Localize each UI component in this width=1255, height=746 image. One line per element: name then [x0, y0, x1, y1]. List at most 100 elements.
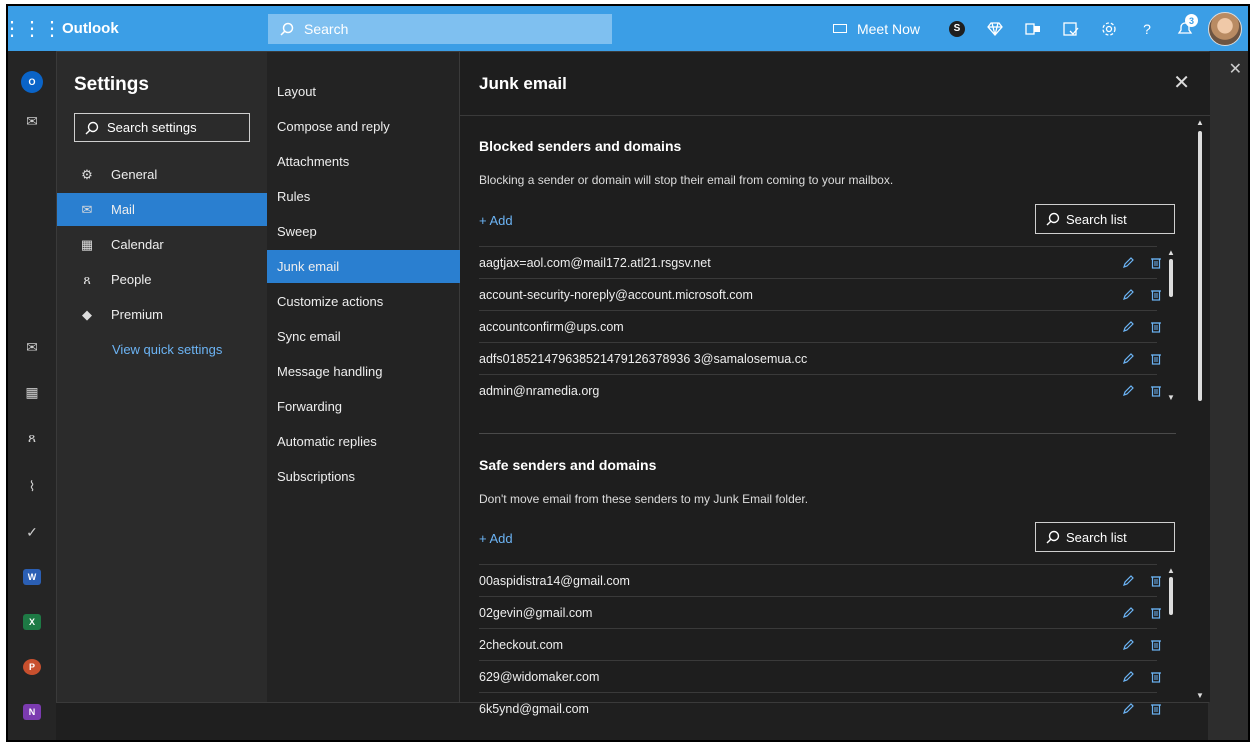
sender-address: 6k5ynd@gmail.com — [479, 701, 589, 716]
search-icon — [1046, 212, 1060, 226]
list-item: 2checkout.com — [479, 628, 1161, 660]
help-icon[interactable]: ? — [1132, 6, 1162, 51]
list-item: 00aspidistra14@gmail.com — [479, 564, 1161, 596]
row-actions — [1121, 288, 1163, 302]
safe-list-scrollbar[interactable]: ▲ — [1167, 566, 1175, 617]
people-icon[interactable]: ጸ — [8, 422, 56, 452]
mail-nav-icon[interactable]: ✉ — [8, 332, 56, 362]
people-icon: ጸ — [83, 271, 91, 287]
search-icon — [1046, 530, 1060, 544]
delete-trash-icon[interactable] — [1149, 702, 1163, 716]
calendar-icon: ▦ — [80, 236, 94, 252]
mail-settings-sections: Layout Compose and reply Attachments Rul… — [267, 52, 460, 702]
word-icon[interactable]: W — [8, 562, 56, 592]
section-message-handling[interactable]: Message handling — [267, 355, 460, 388]
edit-pencil-icon[interactable] — [1121, 320, 1135, 334]
row-actions — [1121, 574, 1163, 588]
section-divider — [479, 433, 1176, 434]
close-icon[interactable]: ✕ — [1229, 59, 1242, 79]
notification-badge: 3 — [1185, 14, 1198, 27]
search-safe-list-button[interactable]: Search list — [1035, 522, 1175, 552]
section-compose-and-reply[interactable]: Compose and reply — [267, 110, 460, 143]
delete-trash-icon[interactable] — [1149, 384, 1163, 398]
section-subscriptions[interactable]: Subscriptions — [267, 460, 460, 493]
settings-scrollbar[interactable]: ▲ ▼ — [1196, 118, 1204, 700]
app-name[interactable]: Outlook — [62, 20, 262, 37]
search-blocked-list-button[interactable]: Search list — [1035, 204, 1175, 234]
my-day-icon[interactable] — [1056, 6, 1086, 51]
sender-address: 00aspidistra14@gmail.com — [479, 573, 630, 588]
row-actions — [1121, 638, 1163, 652]
delete-trash-icon[interactable] — [1149, 256, 1163, 270]
todo-icon[interactable]: ✓ — [8, 517, 56, 547]
onenote-icon[interactable]: N — [8, 697, 56, 727]
settings-categories: Settings Search settings ⚙ General ✉ Mai… — [57, 52, 267, 702]
add-safe-sender-button[interactable]: + Add — [479, 531, 513, 546]
list-item: adfs018521479638521479126378936 3@samalo… — [479, 342, 1161, 374]
list-item: 02gevin@gmail.com — [479, 596, 1161, 628]
category-premium[interactable]: ◆ Premium — [57, 298, 267, 331]
calendar-icon[interactable]: ▦ — [8, 377, 56, 407]
sender-address: 2checkout.com — [479, 637, 564, 652]
section-automatic-replies[interactable]: Automatic replies — [267, 425, 460, 458]
search-list-label: Search list — [1066, 211, 1127, 227]
skype-icon[interactable]: S — [942, 6, 972, 51]
delete-trash-icon[interactable] — [1149, 606, 1163, 620]
view-quick-settings-link[interactable]: View quick settings — [112, 342, 222, 357]
edit-pencil-icon[interactable] — [1121, 638, 1135, 652]
outlook-app-icon[interactable]: O — [8, 67, 56, 97]
attachment-icon[interactable]: ⌇ — [8, 471, 56, 501]
section-sweep[interactable]: Sweep — [267, 215, 460, 248]
meet-now-button[interactable]: Meet Now — [832, 20, 920, 37]
section-rules[interactable]: Rules — [267, 180, 460, 213]
edit-pencil-icon[interactable] — [1121, 384, 1135, 398]
section-forwarding[interactable]: Forwarding — [267, 390, 460, 423]
excel-icon[interactable]: X — [8, 607, 56, 637]
section-sync-email[interactable]: Sync email — [267, 320, 460, 353]
delete-trash-icon[interactable] — [1149, 352, 1163, 366]
edit-pencil-icon[interactable] — [1121, 288, 1135, 302]
notifications-icon[interactable]: 3 — [1170, 6, 1200, 51]
delete-trash-icon[interactable] — [1149, 320, 1163, 334]
category-label: Premium — [111, 307, 164, 322]
section-junk-email[interactable]: Junk email — [267, 250, 460, 283]
category-general[interactable]: ⚙ General — [57, 158, 267, 191]
delete-trash-icon[interactable] — [1149, 670, 1163, 684]
premium-diamond-icon[interactable] — [980, 6, 1010, 51]
edit-pencil-icon[interactable] — [1121, 574, 1135, 588]
delete-trash-icon[interactable] — [1149, 288, 1163, 302]
app-launcher-icon[interactable]: ⋮⋮⋮ — [8, 6, 62, 51]
row-actions — [1121, 384, 1163, 398]
sender-address: aagtjax=aol.com@mail172.atl21.rsgsv.net — [479, 255, 711, 270]
blocked-list-scrollbar[interactable]: ▲ ▼ — [1167, 248, 1175, 402]
meet-now-label: Meet Now — [856, 20, 920, 37]
edit-pencil-icon[interactable] — [1121, 352, 1135, 366]
gear-icon: ⚙ — [81, 166, 93, 182]
page-title: Junk email — [479, 74, 567, 93]
edit-pencil-icon[interactable] — [1121, 606, 1135, 620]
close-settings-icon[interactable]: ✕ — [1173, 70, 1190, 95]
settings-gear-icon[interactable] — [1094, 6, 1124, 51]
mail-icon[interactable]: ✉ — [8, 106, 56, 136]
search-settings-input[interactable]: Search settings — [74, 113, 250, 142]
section-layout[interactable]: Layout — [267, 75, 460, 108]
category-mail[interactable]: ✉ Mail — [57, 193, 267, 226]
delete-trash-icon[interactable] — [1149, 574, 1163, 588]
office-apps-icon[interactable] — [1018, 6, 1048, 51]
category-calendar[interactable]: ▦ Calendar — [57, 228, 267, 261]
avatar[interactable] — [1208, 11, 1242, 46]
section-attachments[interactable]: Attachments — [267, 145, 460, 178]
delete-trash-icon[interactable] — [1149, 638, 1163, 652]
search-input[interactable]: Search — [268, 14, 612, 44]
list-item: admin@nramedia.org — [479, 374, 1161, 406]
list-item: 629@widomaker.com — [479, 660, 1161, 692]
edit-pencil-icon[interactable] — [1121, 670, 1135, 684]
category-people[interactable]: ጸ People — [57, 263, 267, 296]
add-blocked-sender-button[interactable]: + Add — [479, 213, 513, 228]
sender-address: admin@nramedia.org — [479, 383, 600, 398]
edit-pencil-icon[interactable] — [1121, 702, 1135, 716]
section-customize-actions[interactable]: Customize actions — [267, 285, 460, 318]
powerpoint-icon[interactable]: P — [8, 652, 56, 682]
list-item: 6k5ynd@gmail.com — [479, 692, 1161, 724]
edit-pencil-icon[interactable] — [1121, 256, 1135, 270]
